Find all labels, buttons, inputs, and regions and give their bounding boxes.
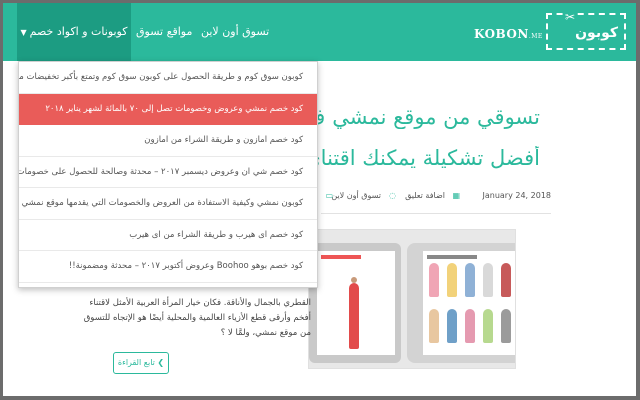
nav-coupons-label: كوبونات و اكواد خصم — [29, 25, 128, 38]
logo-text: كوبون — [575, 25, 618, 41]
model-figure — [501, 309, 511, 343]
site-name[interactable]: KOBON.ME — [474, 27, 543, 41]
scissors-icon: ✂ — [563, 10, 576, 24]
nav-coupons[interactable]: ▼ كوبونات و اكواد خصم — [17, 3, 131, 61]
tablet-screen — [317, 251, 395, 355]
dropdown-item[interactable]: كود خصم اى هيرب و طريقة الشراء من اى هير… — [19, 220, 317, 251]
tablet-mockup-left — [309, 243, 401, 363]
header-bar — [321, 255, 361, 259]
nav-shopping-sites[interactable]: مواقع تسوق — [136, 3, 192, 61]
article-featured-image[interactable] — [308, 229, 516, 369]
dropdown-item[interactable]: كود خصم امازون و طريقة الشراء من امازون — [19, 125, 317, 157]
header-bar — [427, 255, 477, 259]
divider — [321, 213, 551, 214]
browser-viewport: ✂ كوبون KOBON.ME تسوق أون لاين مواقع تسو… — [3, 3, 636, 396]
dropdown-item-active[interactable]: كود خصم نمشي وعروض وخصومات تصل إلى ٧٠ با… — [19, 93, 317, 125]
model-head — [351, 277, 357, 283]
dropdown-item[interactable]: كوبون سوق كوم و طريقة الحصول على كوبون س… — [19, 62, 317, 94]
model-figure — [501, 263, 511, 297]
model-figure — [447, 263, 457, 297]
comment-icon: ◌ — [389, 191, 396, 200]
model-figure — [465, 263, 475, 297]
model-figure — [465, 309, 475, 343]
read-more-button[interactable]: تابع القراءة ❮ — [113, 352, 169, 374]
category-link[interactable]: تسوق أون لاين — [331, 191, 381, 200]
tablet-mockup-right — [407, 243, 515, 363]
article-excerpt: القطري بالجمال والأناقة. فكان خيار المرأ… — [83, 298, 311, 338]
dropdown-item[interactable]: كوبون نمشي وكيفية الاستفادة من العروض وا… — [19, 188, 317, 220]
model-figure — [447, 309, 457, 343]
model-figure — [483, 263, 493, 297]
calendar-icon: ▦ — [452, 191, 460, 200]
tablet-screen — [423, 251, 515, 355]
model-figure — [429, 263, 439, 297]
nav-online-shopping[interactable]: تسوق أون لاين — [201, 3, 269, 61]
model-figure — [483, 309, 493, 343]
coupons-dropdown-menu: كوبون سوق كوم و طريقة الحصول على كوبون س… — [18, 61, 318, 288]
model-figure — [349, 283, 359, 349]
post-date: January 24, 2018 — [482, 191, 552, 200]
folder-icon: ▭ — [325, 191, 333, 200]
caret-down-icon: ▼ — [20, 28, 27, 37]
site-name-text: KOBON — [474, 27, 529, 41]
site-tld: .ME — [528, 33, 543, 40]
site-logo[interactable]: ✂ كوبون — [546, 10, 626, 50]
site-header: ✂ كوبون KOBON.ME تسوق أون لاين مواقع تسو… — [3, 3, 636, 61]
model-figure — [429, 309, 439, 343]
dropdown-item[interactable]: كود خصم شي ان وعروض ديسمبر ٢٠١٧ – محدثة … — [19, 157, 317, 188]
comments-link[interactable]: اضافة تعليق — [405, 191, 445, 200]
article-meta: January 24, 2018 ▦ اضافة تعليق ◌ تسوق أو… — [321, 191, 551, 205]
dropdown-item[interactable]: كود خصم بوهو Boohoo وعروض أكتوبر ٢٠١٧ – … — [19, 251, 317, 283]
